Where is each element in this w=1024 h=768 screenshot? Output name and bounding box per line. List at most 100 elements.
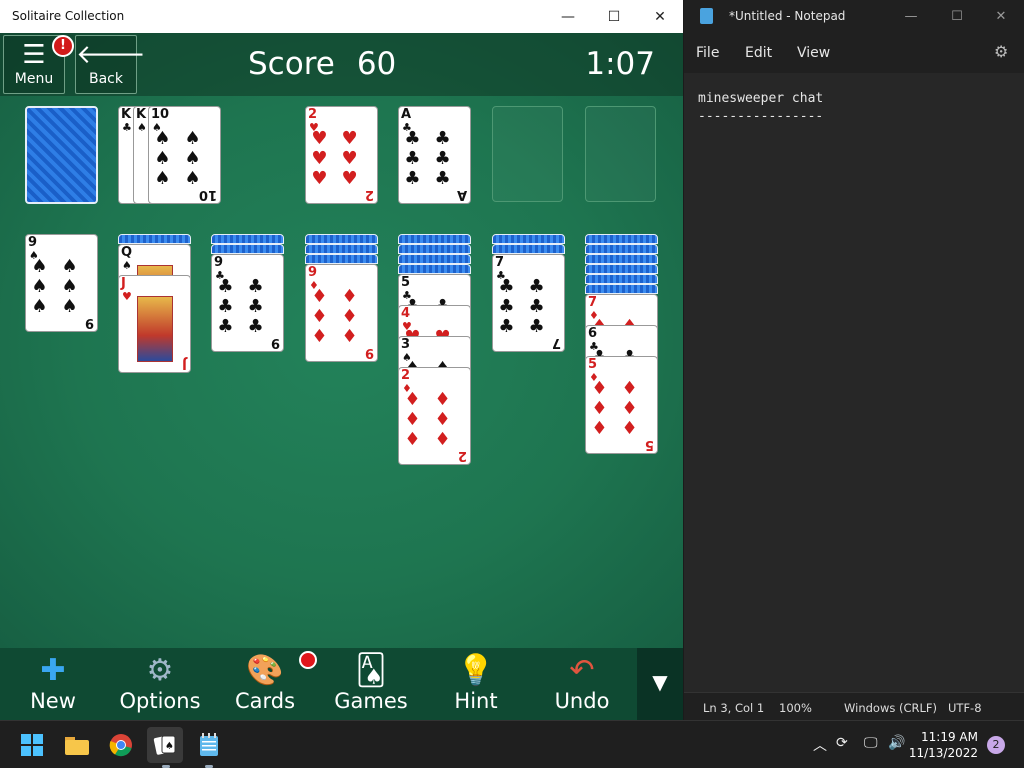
stock-pile[interactable]	[25, 106, 98, 204]
card-rank: 7	[495, 255, 505, 270]
arrow-left-icon: 🡐	[76, 40, 146, 70]
hint-label: Hint	[454, 689, 498, 713]
face-down-card	[305, 244, 378, 254]
waste-card[interactable]: ♠♠ ♠♠ ♠♠ 10 ♠ 10	[148, 106, 221, 204]
start-button[interactable]	[14, 727, 50, 763]
card-rank-bottom: 2	[457, 448, 467, 463]
foundation-slot-empty[interactable]	[492, 106, 563, 202]
notification-badge[interactable]: 2	[987, 736, 1005, 754]
notepad-titlebar: *Untitled - Notepad — ☐ ✕	[684, 0, 1024, 33]
solitaire-titlebar: Solitaire Collection — ☐ ✕	[0, 0, 683, 33]
card-rank: 5	[401, 275, 411, 290]
face-down-card	[492, 234, 565, 244]
cards-button[interactable]: 🎨 Cards	[225, 648, 305, 720]
notepad-taskbar-button[interactable]	[191, 727, 227, 763]
card-rank: K	[136, 107, 147, 122]
notepad-window: *Untitled - Notepad — ☐ ✕ File Edit View…	[684, 0, 1024, 720]
undo-arrow-icon: ↶	[569, 653, 595, 688]
chrome-button[interactable]	[103, 727, 139, 763]
chevron-up-icon[interactable]: ︿	[813, 735, 827, 755]
notepad-app-icon	[200, 733, 218, 756]
face-down-card	[585, 244, 658, 254]
card-rank: Q	[121, 245, 133, 260]
clock-date: 11/13/2022	[908, 746, 978, 760]
notepad-minimize-button[interactable]: —	[888, 0, 934, 33]
back-button[interactable]: 🡐 Back	[75, 35, 146, 94]
menu-edit[interactable]: Edit	[745, 45, 772, 61]
tableau-card[interactable]: J ♥ J	[118, 275, 191, 373]
tableau-card[interactable]: ♦♦ ♦♦ ♦♦ 5 ♦ 5	[585, 356, 658, 454]
volume-icon[interactable]: 🔊	[888, 735, 905, 751]
foundation-card[interactable]: ♣♣ ♣♣ ♣♣ A ♣ A	[398, 106, 471, 204]
card-suit-icon: ♣	[122, 121, 132, 134]
card-pips: ♠♠ ♠♠ ♠♠	[31, 256, 92, 317]
file-explorer-button[interactable]	[59, 727, 95, 763]
face-down-card	[398, 234, 471, 244]
card-rank-bottom: 7	[551, 335, 561, 350]
card-suit-icon: ♠	[152, 121, 162, 134]
card-pips: ♣♣ ♣♣ ♣♣	[217, 276, 278, 337]
games-label: Games	[334, 689, 408, 713]
undo-button[interactable]: ↶ Undo	[545, 648, 619, 720]
tableau-card[interactable]: ♣♣ ♣♣ ♣♣ 7 ♣ 7	[492, 254, 565, 352]
card-rank-bottom: 10	[198, 187, 217, 202]
score-display: Score 60	[248, 46, 396, 82]
minimize-button[interactable]: —	[545, 0, 591, 33]
more-chevron-button[interactable]: ▼	[637, 648, 683, 720]
face-down-card	[118, 234, 191, 244]
sync-icon[interactable]: ⟳	[836, 735, 848, 751]
card-rank: 4	[401, 306, 411, 321]
card-pips: ♣♣ ♣♣ ♣♣	[404, 128, 465, 189]
tableau-card[interactable]: ♣♣ ♣♣ ♣♣ 9 ♣ 9	[211, 254, 284, 352]
back-label: Back	[89, 71, 123, 87]
card-rank-bottom: 5	[644, 437, 654, 452]
close-button[interactable]: ✕	[637, 0, 683, 33]
foundation-slot-empty[interactable]	[585, 106, 656, 202]
card-suit-icon: ♣	[402, 121, 412, 134]
menu-label: Menu	[14, 71, 54, 87]
solitaire-taskbar-button[interactable]: ♠	[147, 727, 183, 763]
notepad-icon	[700, 8, 713, 24]
menu-view[interactable]: View	[797, 45, 830, 61]
settings-gear-icon[interactable]: ⚙	[994, 42, 1008, 61]
card-rank: K	[121, 107, 132, 122]
games-button[interactable]: 🂡 Games	[330, 648, 412, 720]
taskbar: ♠ ︿ ⟳ 🖵 🔊 11:19 AM 11/13/2022 2	[0, 720, 1024, 768]
notepad-menubar: File Edit View ⚙	[684, 33, 1024, 73]
face-down-card	[585, 264, 658, 274]
new-game-button[interactable]: ✚ New	[13, 648, 93, 720]
options-button[interactable]: ⚙ Options	[115, 648, 205, 720]
tableau-card[interactable]: ♦♦ ♦♦ ♦♦ 9 ♦ 9	[305, 264, 378, 362]
tableau-card[interactable]: ♦♦ ♦♦ ♦♦ 2 ♦ 2	[398, 367, 471, 465]
windows-logo-icon	[21, 734, 43, 756]
foundation-card[interactable]: ♥♥ ♥♥ ♥♥ 2 ♥ 2	[305, 106, 378, 204]
face-down-card	[585, 284, 658, 294]
card-suit-icon: ♠	[122, 259, 132, 272]
solitaire-window: Solitaire Collection — ☐ ✕ ☰ Menu ! 🡐 Ba…	[0, 0, 683, 720]
palette-icon: 🎨	[246, 653, 284, 688]
hint-button[interactable]: 💡 Hint	[440, 648, 512, 720]
window-title: Solitaire Collection	[12, 9, 125, 23]
notepad-maximize-button[interactable]: ☐	[934, 0, 980, 33]
lightbulb-icon: 💡	[457, 653, 495, 688]
card-pips: ♥♥ ♥♥ ♥♥	[311, 128, 372, 189]
chrome-icon	[109, 734, 132, 757]
menu-file[interactable]: File	[696, 45, 719, 61]
tableau-card[interactable]: ♠♠ ♠♠ ♠♠ 9 ♠ 9	[25, 234, 98, 332]
card-suit-icon: ♣	[496, 269, 506, 282]
card-suit-icon: ♣	[215, 269, 225, 282]
network-icon[interactable]: 🖵	[864, 735, 878, 751]
card-suit-icon: ♦	[309, 279, 319, 292]
clock[interactable]: 11:19 AM 11/13/2022	[909, 729, 978, 761]
notepad-close-button[interactable]: ✕	[978, 0, 1024, 33]
maximize-button[interactable]: ☐	[591, 0, 637, 33]
notepad-editor[interactable]: minesweeper chat ----------------	[698, 90, 823, 126]
face-down-card	[211, 244, 284, 254]
game-header: ☰ Menu ! 🡐 Back Score 60 1:07	[0, 33, 683, 96]
card-rank-bottom: 2	[364, 187, 374, 202]
card-suit-icon: ♦	[589, 371, 599, 384]
encoding: UTF-8	[948, 701, 982, 715]
card-rank: 2	[401, 368, 411, 383]
face-down-card	[585, 254, 658, 264]
card-suit-icon: ♦	[589, 309, 599, 322]
